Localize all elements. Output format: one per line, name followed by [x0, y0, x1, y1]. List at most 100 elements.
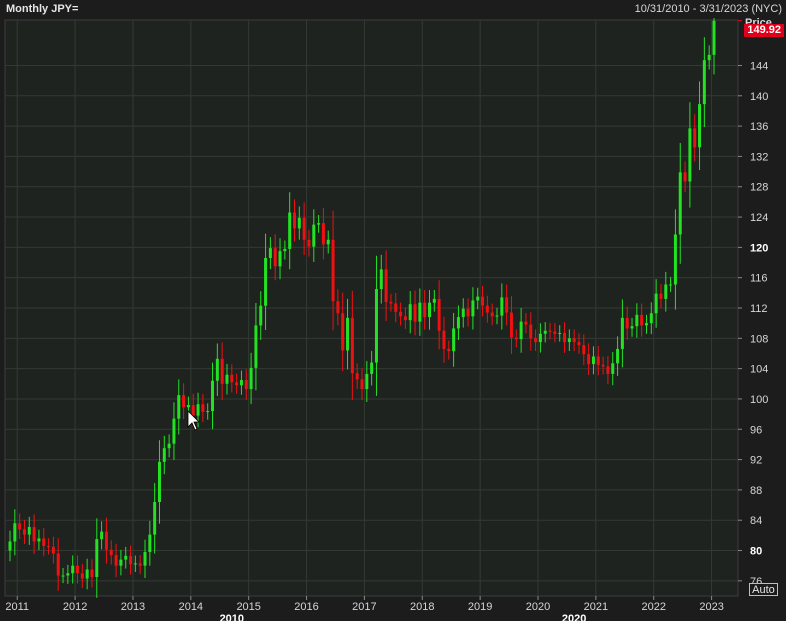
- candle-body: [611, 363, 615, 374]
- x-tick-label: 2012: [63, 601, 87, 613]
- candle-body: [244, 380, 248, 390]
- candle-body: [292, 212, 296, 229]
- candle-body: [374, 289, 378, 363]
- candle-body: [514, 337, 518, 340]
- candle-body: [51, 546, 55, 554]
- x-tick-label: 2017: [352, 601, 376, 613]
- candle-body: [85, 569, 89, 579]
- candle-body: [519, 321, 523, 340]
- x-tick-label: 2011: [5, 601, 29, 613]
- candle-body: [423, 302, 427, 318]
- candle-body: [591, 356, 595, 365]
- candle-body: [447, 348, 451, 352]
- candle-body: [157, 461, 161, 503]
- candle-body: [461, 308, 465, 318]
- candle-body: [196, 404, 200, 416]
- candle-body: [625, 317, 629, 329]
- candle-body: [563, 333, 567, 343]
- auto-scale-button[interactable]: Auto: [749, 583, 778, 596]
- candle-body: [124, 555, 128, 560]
- candle-body: [389, 301, 393, 304]
- candle-body: [90, 569, 94, 578]
- candle-body: [587, 354, 591, 365]
- chart-title: Monthly JPY=: [6, 3, 79, 15]
- candle-body: [635, 314, 639, 327]
- candle-body: [669, 284, 673, 286]
- candle-body: [654, 293, 658, 314]
- candle-body: [109, 549, 113, 556]
- candle-body: [524, 321, 528, 325]
- candle-body: [302, 217, 306, 240]
- y-tick-label: 124: [750, 212, 768, 224]
- candle-body: [428, 302, 432, 318]
- y-tick-label: 140: [750, 91, 768, 103]
- candle-body: [336, 301, 340, 314]
- candle-body: [47, 545, 51, 547]
- x-tick-label: 2014: [179, 601, 203, 613]
- candle-body: [22, 529, 26, 535]
- chart-header: Monthly JPY= 10/31/2010 - 3/31/2023 (NYC…: [0, 0, 786, 18]
- x-tick-label: 2013: [121, 601, 145, 613]
- candle-body: [659, 293, 663, 299]
- candle-body: [177, 395, 181, 419]
- candle-body: [143, 552, 147, 566]
- candle-body: [644, 323, 648, 326]
- candle-body: [490, 312, 494, 317]
- candle-body: [172, 418, 176, 444]
- candle-body: [543, 330, 547, 334]
- candle-body: [273, 248, 277, 267]
- y-tick-label: 84: [750, 515, 762, 527]
- candle-body: [630, 326, 634, 329]
- candle-body: [80, 573, 84, 579]
- candle-body: [206, 411, 210, 413]
- candle-body: [418, 302, 422, 322]
- candle-body: [360, 379, 364, 390]
- x-tick-label: 2016: [294, 601, 318, 613]
- candle-body: [259, 305, 263, 326]
- candle-body: [191, 405, 195, 416]
- candle-body: [582, 345, 586, 355]
- x-tick-label: 2015: [236, 601, 260, 613]
- candle-body: [129, 555, 133, 565]
- y-tick-label: 116: [750, 273, 768, 285]
- x-tick-label: 2021: [584, 601, 608, 613]
- candle-body: [341, 313, 345, 351]
- candle-body: [596, 356, 600, 365]
- candle-body: [66, 573, 70, 576]
- candle-body: [408, 304, 412, 321]
- last-price-badge: 149.92: [744, 24, 784, 37]
- candle-body: [606, 366, 610, 374]
- candle-body: [268, 248, 272, 258]
- candle-body: [37, 538, 41, 542]
- candle-body: [456, 317, 460, 329]
- candle-body: [138, 563, 142, 566]
- candle-body: [577, 342, 581, 346]
- candle-body: [712, 20, 716, 55]
- candle-body: [707, 54, 711, 61]
- candle-body: [698, 104, 702, 148]
- y-tick-label: 108: [750, 333, 768, 345]
- candle-body: [182, 395, 186, 408]
- candle-body: [413, 304, 417, 322]
- candle-body: [664, 284, 668, 299]
- candle-body: [529, 324, 533, 339]
- candle-body: [114, 555, 118, 566]
- candle-body: [572, 338, 576, 343]
- candle-body: [346, 317, 350, 351]
- y-tick-label: 120: [750, 242, 768, 254]
- candle-body: [288, 212, 292, 249]
- candle-body: [119, 559, 123, 566]
- candle-body: [693, 128, 697, 148]
- candle-body: [548, 330, 552, 332]
- candle-body: [649, 313, 653, 324]
- candlestick-chart[interactable]: 7680848892961001041081121161201241281321…: [0, 18, 786, 621]
- candle-body: [18, 523, 22, 530]
- candle-body: [148, 534, 152, 553]
- candle-body: [27, 527, 31, 535]
- candle-body: [355, 373, 359, 380]
- candle-body: [432, 298, 436, 303]
- candle-body: [13, 523, 17, 542]
- y-tick-label: 144: [750, 60, 768, 72]
- candle-body: [538, 333, 542, 343]
- y-tick-label: 104: [750, 364, 768, 376]
